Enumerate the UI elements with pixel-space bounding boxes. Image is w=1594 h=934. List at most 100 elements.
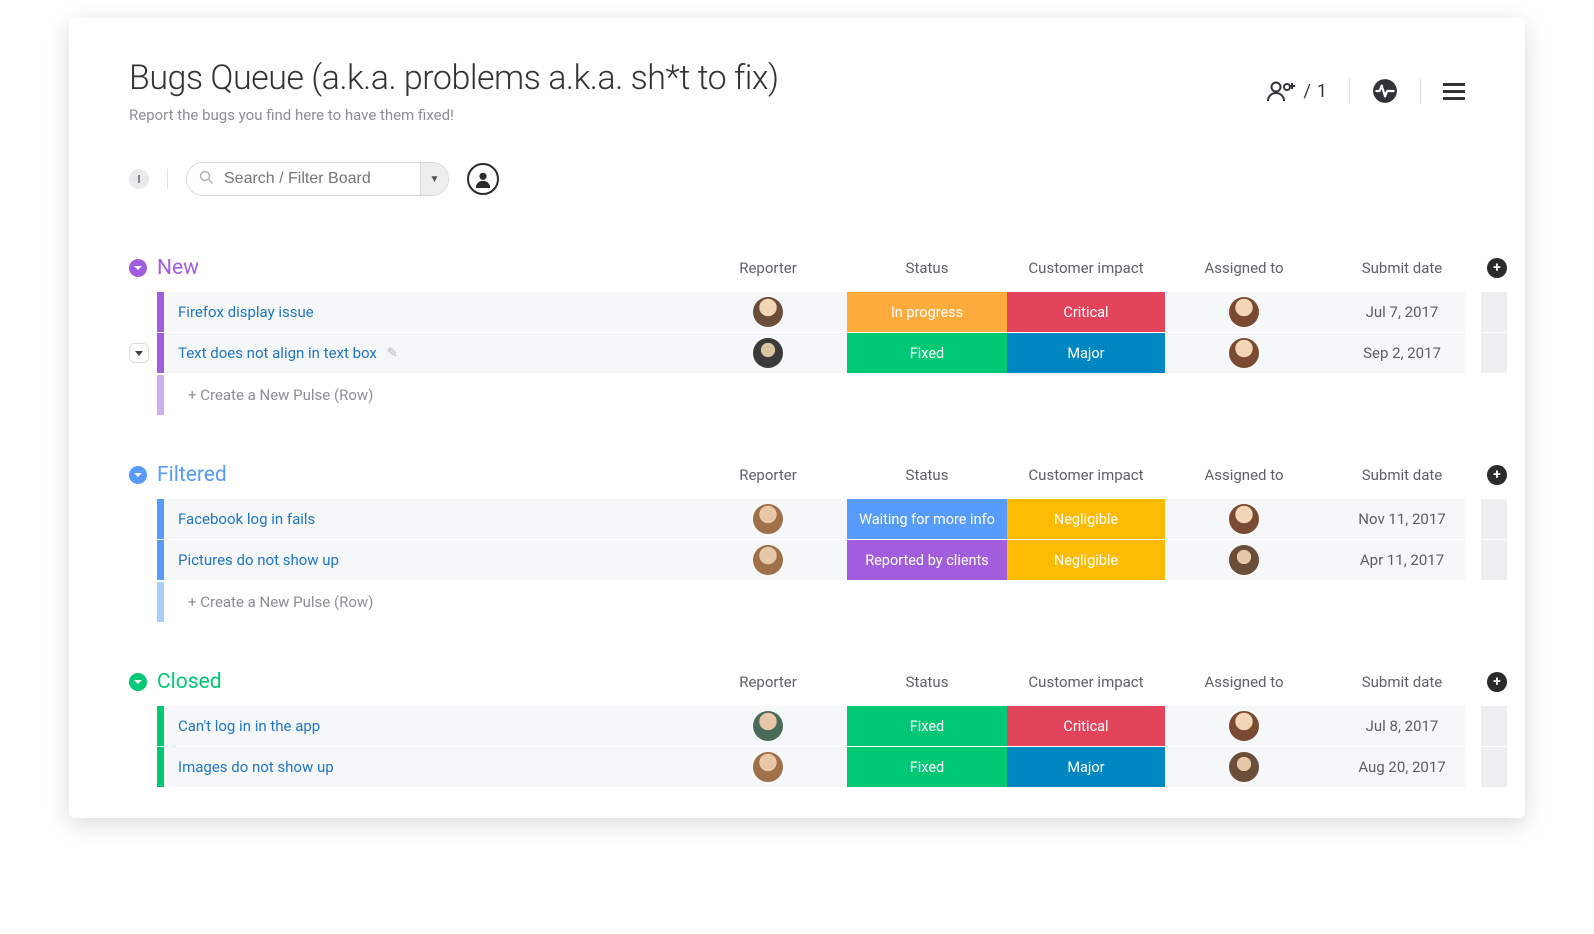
search-input[interactable] bbox=[220, 163, 420, 195]
search-icon bbox=[199, 170, 214, 189]
assigned-cell[interactable] bbox=[1165, 504, 1323, 534]
column-header-reporter[interactable]: Reporter bbox=[689, 673, 847, 691]
avatar bbox=[1229, 297, 1259, 327]
pulse-icon bbox=[1372, 78, 1398, 104]
column-header-date[interactable]: Submit date bbox=[1323, 259, 1481, 277]
reporter-cell[interactable] bbox=[689, 711, 847, 741]
row-name[interactable]: Firefox display issue bbox=[164, 303, 314, 321]
avatar bbox=[1229, 545, 1259, 575]
table-row[interactable]: Pictures do not show up Reported by clie… bbox=[157, 540, 1465, 581]
column-header-status[interactable]: Status bbox=[847, 259, 1007, 277]
assigned-cell[interactable] bbox=[1165, 545, 1323, 575]
date-cell[interactable]: Jul 7, 2017 bbox=[1323, 303, 1481, 321]
group-title[interactable]: Filtered bbox=[157, 463, 227, 487]
reporter-cell[interactable] bbox=[689, 338, 847, 368]
add-column-button[interactable]: + bbox=[1487, 258, 1507, 278]
column-header-assigned[interactable]: Assigned to bbox=[1165, 259, 1323, 277]
add-column-button[interactable]: + bbox=[1487, 465, 1507, 485]
impact-cell[interactable]: Critical bbox=[1007, 706, 1165, 746]
activity-log-button[interactable] bbox=[1372, 78, 1398, 104]
group-header: Filtered Reporter Status Customer impact… bbox=[129, 463, 1465, 487]
status-cell[interactable]: Fixed bbox=[847, 706, 1007, 746]
table-row[interactable]: Firefox display issue In progress Critic… bbox=[157, 292, 1465, 333]
impact-cell[interactable]: Negligible bbox=[1007, 499, 1165, 539]
avatar bbox=[753, 504, 783, 534]
row-tail bbox=[1481, 706, 1507, 746]
status-cell[interactable]: In progress bbox=[847, 292, 1007, 332]
date-cell[interactable]: Apr 11, 2017 bbox=[1323, 551, 1481, 569]
column-header-assigned[interactable]: Assigned to bbox=[1165, 466, 1323, 484]
assigned-cell[interactable] bbox=[1165, 711, 1323, 741]
column-header-impact[interactable]: Customer impact bbox=[1007, 466, 1165, 484]
row-tail bbox=[1481, 333, 1507, 373]
table-row[interactable]: Can't log in in the app Fixed Critical J… bbox=[157, 706, 1465, 747]
column-header-impact[interactable]: Customer impact bbox=[1007, 259, 1165, 277]
impact-cell[interactable]: Major bbox=[1007, 333, 1165, 373]
collapse-icon[interactable] bbox=[129, 673, 147, 691]
avatar bbox=[753, 752, 783, 782]
date-cell[interactable]: Jul 8, 2017 bbox=[1323, 717, 1481, 735]
column-header-date[interactable]: Submit date bbox=[1323, 673, 1481, 691]
row-expand-button[interactable] bbox=[129, 343, 149, 363]
group-title[interactable]: New bbox=[157, 256, 199, 280]
search-dropdown-button[interactable]: ▼ bbox=[420, 163, 448, 195]
collapse-icon[interactable] bbox=[129, 259, 147, 277]
row-tail bbox=[1481, 292, 1507, 332]
divider bbox=[1420, 78, 1421, 104]
create-pulse-text: + Create a New Pulse (Row) bbox=[164, 593, 373, 611]
create-row[interactable]: + Create a New Pulse (Row) bbox=[157, 374, 1465, 415]
person-icon bbox=[474, 170, 492, 188]
impact-cell[interactable]: Negligible bbox=[1007, 540, 1165, 580]
group-color-bar bbox=[157, 499, 164, 539]
reporter-cell[interactable] bbox=[689, 297, 847, 327]
impact-cell[interactable]: Major bbox=[1007, 747, 1165, 787]
status-cell[interactable]: Fixed bbox=[847, 747, 1007, 787]
reporter-cell[interactable] bbox=[689, 752, 847, 782]
add-column-button[interactable]: + bbox=[1487, 672, 1507, 692]
group-title[interactable]: Closed bbox=[157, 670, 222, 694]
board-title: Bugs Queue (a.k.a. problems a.k.a. sh*t … bbox=[129, 58, 779, 98]
row-tail bbox=[1481, 747, 1507, 787]
table-row[interactable]: Text does not align in text box ✎ Fixed … bbox=[157, 333, 1465, 374]
info-button[interactable]: I bbox=[129, 169, 149, 189]
reporter-cell[interactable] bbox=[689, 545, 847, 575]
row-name[interactable]: Can't log in in the app bbox=[164, 717, 320, 735]
status-cell[interactable]: Waiting for more info bbox=[847, 499, 1007, 539]
assigned-cell[interactable] bbox=[1165, 297, 1323, 327]
assigned-cell[interactable] bbox=[1165, 338, 1323, 368]
date-cell[interactable]: Sep 2, 2017 bbox=[1323, 344, 1481, 362]
group-new: New Reporter Status Customer impact Assi… bbox=[129, 256, 1465, 415]
group-color-bar bbox=[157, 747, 164, 787]
row-name[interactable]: Text does not align in text box ✎ bbox=[164, 344, 398, 362]
status-cell[interactable]: Fixed bbox=[847, 333, 1007, 373]
table-row[interactable]: Images do not show up Fixed Major Aug 20… bbox=[157, 747, 1465, 788]
invite-members-button[interactable]: /1 bbox=[1267, 80, 1327, 102]
row-name[interactable]: Pictures do not show up bbox=[164, 551, 339, 569]
collapse-icon[interactable] bbox=[129, 466, 147, 484]
filter-person-button[interactable] bbox=[467, 163, 499, 195]
column-header-assigned[interactable]: Assigned to bbox=[1165, 673, 1323, 691]
column-header-reporter[interactable]: Reporter bbox=[689, 466, 847, 484]
people-icon bbox=[1267, 80, 1297, 102]
menu-button[interactable] bbox=[1443, 80, 1465, 102]
date-cell[interactable]: Nov 11, 2017 bbox=[1323, 510, 1481, 528]
date-cell[interactable]: Aug 20, 2017 bbox=[1323, 758, 1481, 776]
assigned-cell[interactable] bbox=[1165, 752, 1323, 782]
create-row[interactable]: + Create a New Pulse (Row) bbox=[157, 581, 1465, 622]
impact-cell[interactable]: Critical bbox=[1007, 292, 1165, 332]
column-header-date[interactable]: Submit date bbox=[1323, 466, 1481, 484]
column-header-impact[interactable]: Customer impact bbox=[1007, 673, 1165, 691]
column-header-reporter[interactable]: Reporter bbox=[689, 259, 847, 277]
column-header-status[interactable]: Status bbox=[847, 673, 1007, 691]
rows-container: Can't log in in the app Fixed Critical J… bbox=[129, 706, 1465, 788]
status-cell[interactable]: Reported by clients bbox=[847, 540, 1007, 580]
column-header-status[interactable]: Status bbox=[847, 466, 1007, 484]
row-name[interactable]: Facebook log in fails bbox=[164, 510, 315, 528]
row-name[interactable]: Images do not show up bbox=[164, 758, 334, 776]
group-color-bar bbox=[157, 375, 164, 415]
toolbar: I ▼ bbox=[129, 162, 1465, 196]
table-row[interactable]: Facebook log in fails Waiting for more i… bbox=[157, 499, 1465, 540]
edit-icon[interactable]: ✎ bbox=[387, 346, 398, 361]
avatar bbox=[1229, 338, 1259, 368]
reporter-cell[interactable] bbox=[689, 504, 847, 534]
